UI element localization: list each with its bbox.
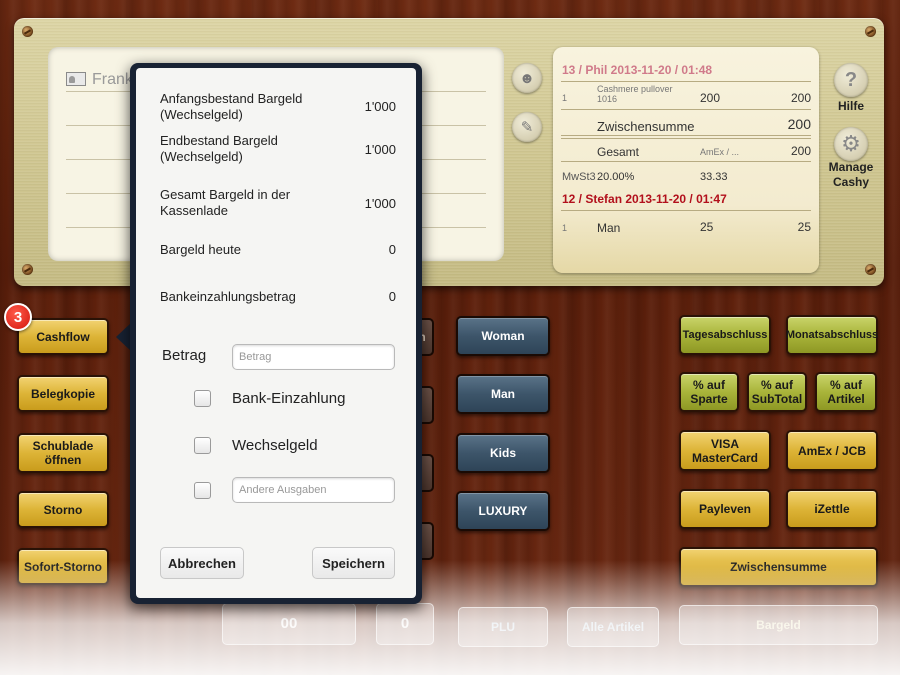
receipt-total-method: AmEx / ... [700,147,740,157]
receipt-unit-price: 25 [700,220,714,234]
receipt-product: Man [597,221,621,235]
save-button[interactable]: Speichern [312,547,395,579]
receipt-product-code: 1016 [597,94,618,104]
cashflow-row-value: 0 [388,242,396,257]
customer-name: Frank [92,71,133,88]
new-receipt-button[interactable]: ✎ [512,112,542,142]
add-document-icon: ✎ [520,119,534,136]
receipt-tax-rate: 20.00% [597,171,635,183]
receipt-order-header: 13 / Phil 2013-11-20 / 01:48 [562,63,713,77]
numpad-0-button[interactable]: 0 [376,603,434,645]
other-expenses-checkbox[interactable] [194,482,211,499]
schublade-button[interactable]: Schublade öffnen [17,433,109,473]
izettle-button[interactable]: iZettle [786,489,878,529]
help-button[interactable]: ? [834,63,868,97]
question-icon: ? [844,68,858,91]
cashflow-row-label: Endbestand Bargeld (Wechselgeld) [160,133,278,164]
change-money-label: Wechselgeld [232,437,318,454]
monatsabschluss-button[interactable]: Monatsabschluss [786,315,878,355]
alle-artikel-button[interactable]: Alle Artikel [567,607,659,647]
step-badge: 3 [4,303,32,331]
cashflow-row-label: Bargeld heute [160,242,241,257]
payleven-button[interactable]: Payleven [679,489,771,529]
cashflow-row-label: Anfangsbestand Bargeld (Wechselgeld) [160,91,303,122]
cashflow-row-label: Bankeinzahlungsbetrag [160,289,296,304]
screw-icon [22,26,33,37]
amex-jcb-button[interactable]: AmEx / JCB [786,430,878,471]
zwischensumme-button[interactable]: Zwischensumme [679,547,878,587]
screw-icon [865,26,876,37]
manage-button[interactable]: ⚙ [834,127,868,161]
user-icon: ☻ [519,69,535,87]
receipt-line-total: 200 [790,91,811,105]
amount-label: Betrag [162,347,207,364]
customer-button[interactable]: ☻ [512,63,542,93]
category-man[interactable]: Man [456,374,550,414]
cancel-button[interactable]: Abbrechen [160,547,244,579]
cashflow-row-value: 1'000 [364,142,396,157]
plu-button[interactable]: PLU [458,607,548,647]
cashflow-row-label: Gesamt Bargeld in der Kassenlade [160,187,291,218]
receipt-qty: 1 [562,223,568,233]
other-expenses-input[interactable]: Andere Ausgaben [232,477,395,503]
storno-button[interactable]: Storno [17,491,109,528]
receipt-order-header: 12 / Stefan 2013-11-20 / 01:47 [562,192,727,206]
receipt-line-total: 25 [797,220,811,234]
help-label: Hilfe [837,99,864,113]
receipt-tax-label: MwSt3 [562,171,596,183]
bank-deposit-checkbox[interactable] [194,390,211,407]
gear-icon: ⚙ [841,131,861,156]
category-woman[interactable]: Woman [456,316,550,356]
screw-icon [22,264,33,275]
category-kids[interactable]: Kids [456,433,550,473]
popover-arrow [116,323,131,351]
receipt-total-label: Gesamt [597,145,640,159]
pct-sparte-button[interactable]: % auf Sparte [679,372,739,412]
category-luxury[interactable]: LUXURY [456,491,550,531]
id-card-icon [66,72,86,86]
receipt-unit-price: 200 [700,91,721,105]
visa-mastercard-button[interactable]: VISA MasterCard [679,430,771,471]
cashflow-row-value: 1'000 [364,196,396,211]
pct-subtotal-button[interactable]: % auf SubTotal [747,372,807,412]
receipt-panel[interactable]: 13 / Phil 2013-11-20 / 01:48 1 Cashmere … [553,47,819,273]
change-money-checkbox[interactable] [194,437,211,454]
sofort-storno-button[interactable]: Sofort-Storno [17,548,109,585]
numpad-00-button[interactable]: 00 [222,603,356,645]
receipt-product: Cashmere pullover [597,84,673,94]
bargeld-button[interactable]: Bargeld [679,605,878,645]
cashflow-popover: Anfangsbestand Bargeld (Wechselgeld) 1'0… [136,68,416,598]
screw-icon [865,264,876,275]
receipt-total-value: 200 [790,144,811,158]
pct-artikel-button[interactable]: % auf Artikel [815,372,877,412]
cashflow-row-value: 1'000 [364,99,396,114]
receipt-tax-value: 33.33 [700,171,728,183]
cashflow-row-value: 0 [388,289,396,304]
manage-label: Manage Cashy [828,160,874,189]
bank-deposit-label: Bank-Einzahlung [232,390,346,407]
amount-input[interactable]: Betrag [232,344,395,370]
cashflow-button[interactable]: Cashflow [17,318,109,355]
receipt-subtotal-value: 200 [787,116,811,132]
belegkopie-button[interactable]: Belegkopie [17,375,109,412]
receipt-subtotal-label: Zwischensumme [597,119,695,134]
receipt-qty: 1 [562,93,568,103]
tagesabschluss-button[interactable]: Tagesabschluss [679,315,771,355]
